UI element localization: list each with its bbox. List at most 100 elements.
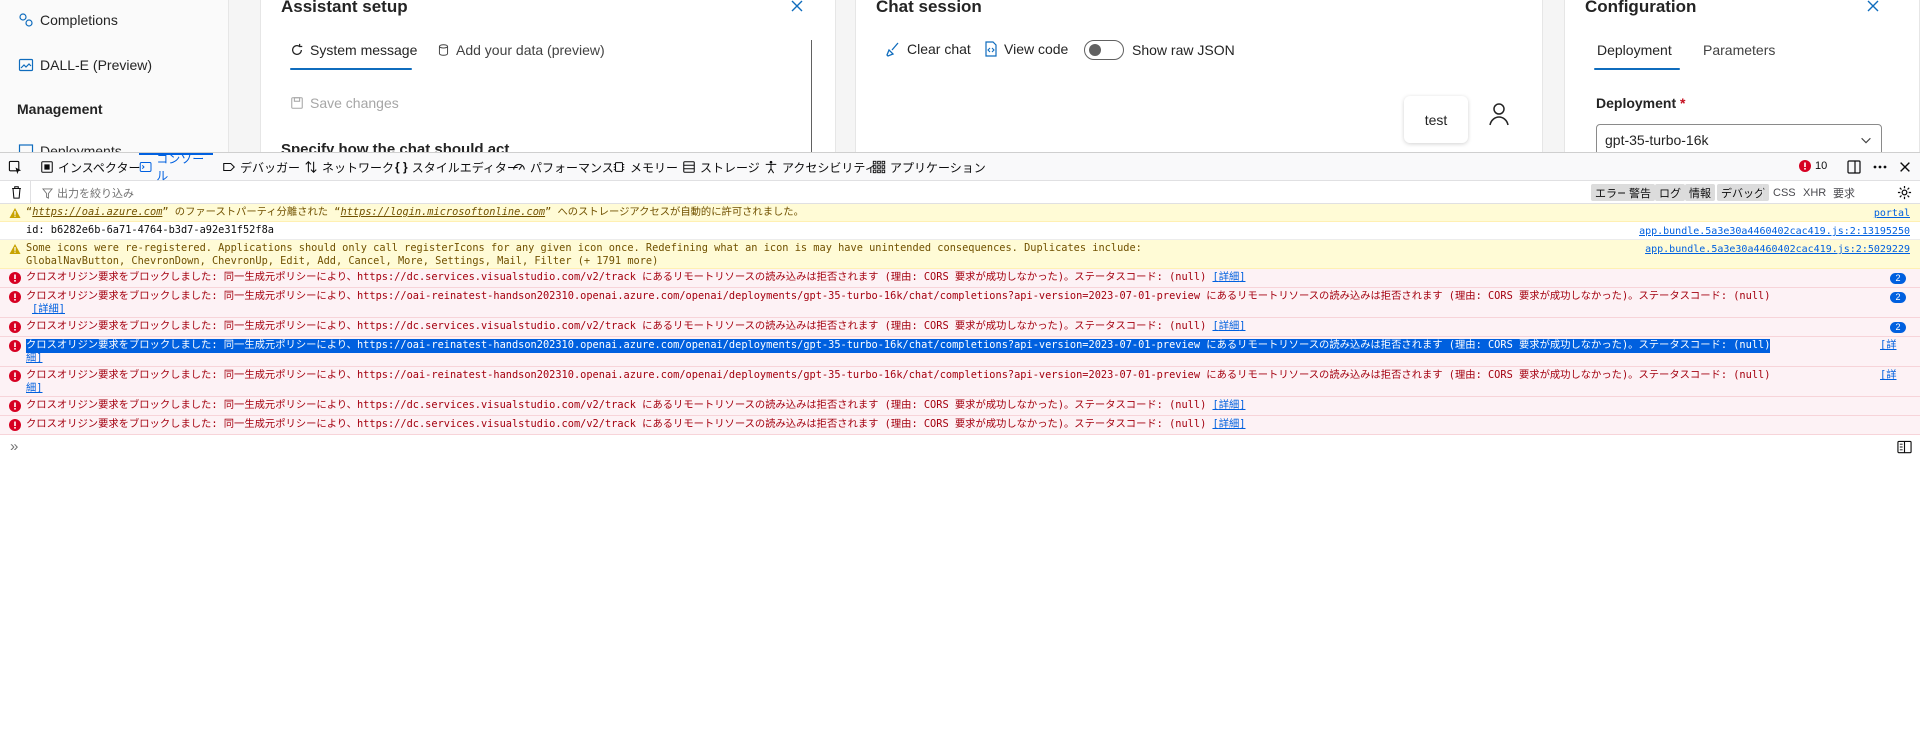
console-settings-gear-icon[interactable]	[1897, 185, 1912, 200]
user-message-bubble: test	[1404, 96, 1468, 143]
panel-title: Configuration	[1585, 0, 1697, 16]
learn-more-link[interactable]: [詳細]	[1212, 320, 1245, 332]
tab-debugger[interactable]: デバッガー	[222, 153, 300, 181]
message-url[interactable]: https://oai.azure.com	[32, 206, 162, 218]
learn-more-link[interactable]: [詳細]	[1212, 418, 1245, 430]
source-link[interactable]: app.bundle.5a3e30a4460402cac419.js:2:131…	[1639, 225, 1910, 239]
console-error-row[interactable]: クロスオリジン要求をブロックしました: 同一生成元ポリシーにより、https:/…	[0, 318, 1920, 337]
accessibility-icon	[765, 160, 777, 174]
network-icon	[305, 161, 317, 173]
trash-icon[interactable]	[10, 185, 23, 199]
error-icon	[9, 291, 21, 303]
more-options-icon[interactable]	[1872, 159, 1888, 175]
sidebar: Completions DALL-E (Preview) Management …	[0, 0, 229, 152]
button-label: Clear chat	[907, 41, 971, 57]
learn-more-link[interactable]: 細]	[26, 382, 43, 396]
toggle-switch[interactable]	[1084, 40, 1124, 60]
learn-more-link[interactable]: [詳細]	[32, 303, 65, 317]
tab-add-your-data[interactable]: Add your data (preview)	[437, 42, 605, 58]
source-link[interactable]: portal	[1874, 207, 1910, 221]
storage-icon	[683, 161, 695, 173]
view-code-button[interactable]: View code	[984, 41, 1068, 57]
assistant-setup-panel: Assistant setup System message Add your …	[260, 0, 836, 152]
console-input-row[interactable]: »	[0, 436, 1920, 458]
message-text: クロスオリジン要求をブロックしました: 同一生成元ポリシーにより、https:/…	[26, 271, 1207, 283]
bracket: ]	[1239, 271, 1246, 283]
tab-storage[interactable]: ストレージ	[682, 153, 760, 181]
tab-label: メモリー	[630, 160, 679, 175]
console-warning-row[interactable]: “https://oai.azure.com” のファーストパーティ分離された …	[0, 204, 1920, 222]
sidebar-item-completions[interactable]: Completions	[18, 12, 118, 28]
console-icon	[139, 161, 152, 173]
button-label: View code	[1004, 41, 1069, 57]
message-url[interactable]: https://login.microsoftonline.com	[341, 206, 546, 218]
tab-parameters[interactable]: Parameters	[1703, 42, 1775, 58]
button-label: Save changes	[310, 95, 399, 111]
filter-info[interactable]: 情報	[1685, 184, 1715, 201]
console-error-row[interactable]: クロスオリジン要求をブロックしました: 同一生成元ポリシーにより、https:/…	[0, 397, 1920, 416]
save-changes-button[interactable]: Save changes	[290, 95, 399, 111]
console-log-row[interactable]: id: b6282e6b-6a71-4764-b3d7-a92e31f52f8a…	[0, 222, 1920, 240]
tab-system-message[interactable]: System message	[290, 42, 417, 58]
learn-more-link[interactable]: [詳細]	[1212, 399, 1245, 411]
tab-label: Deployment	[1597, 42, 1672, 58]
dock-side-icon[interactable]	[1846, 159, 1862, 175]
selected-value: gpt-35-turbo-16k	[1605, 132, 1709, 148]
tab-active-indicator	[1594, 68, 1680, 70]
repeat-count-badge: 2	[1890, 292, 1906, 303]
show-raw-json-toggle[interactable]: Show raw JSON	[1084, 40, 1235, 60]
tab-active-indicator	[290, 68, 412, 70]
console-error-row[interactable]: クロスオリジン要求をブロックしました: 同一生成元ポリシーにより、https:/…	[0, 367, 1920, 397]
tab-inspector[interactable]: インスペクター	[40, 153, 140, 181]
console-warning-row[interactable]: Some icons were re-registered. Applicati…	[0, 240, 1920, 269]
tab-console[interactable]: コンソール	[139, 152, 213, 183]
link-text: 詳細	[38, 303, 59, 315]
tab-performance[interactable]: パフォーマンス	[512, 153, 614, 181]
divider	[30, 181, 31, 204]
filter-warnings[interactable]: 警告	[1625, 184, 1655, 201]
tab-label: ストレージ	[700, 160, 760, 175]
close-icon[interactable]	[1865, 0, 1881, 14]
tab-application[interactable]: アプリケーション	[872, 153, 986, 181]
tab-network[interactable]: ネットワーク	[304, 153, 394, 181]
link-text: 詳細	[1218, 418, 1240, 430]
filter-xhr[interactable]: XHR	[1799, 184, 1830, 201]
clear-chat-button[interactable]: Clear chat	[885, 41, 971, 57]
learn-more-link[interactable]: [詳	[1880, 339, 1897, 353]
message-text: ” へのストレージアクセスが自動的に許可されました。	[545, 206, 804, 218]
scrollbar[interactable]	[811, 40, 812, 152]
console-error-row[interactable]: クロスオリジン要求をブロックしました: 同一生成元ポリシーにより、https:/…	[0, 269, 1920, 288]
console-error-row[interactable]: クロスオリジン要求をブロックしました: 同一生成元ポリシーにより、https:/…	[0, 288, 1920, 318]
error-icon	[9, 340, 21, 352]
element-picker-icon[interactable]	[8, 160, 23, 175]
sidebar-item-dalle[interactable]: DALL-E (Preview)	[18, 57, 152, 73]
filter-requests[interactable]: 要求	[1829, 184, 1859, 201]
filter-css[interactable]: CSS	[1769, 184, 1800, 201]
broom-icon	[886, 42, 899, 57]
tab-deployment[interactable]: Deployment	[1597, 42, 1672, 58]
tab-style-editor[interactable]: { } スタイルエディター	[395, 153, 519, 181]
refresh-icon	[292, 43, 303, 55]
filter-input[interactable]: 出力を絞り込み	[42, 185, 134, 201]
error-count-indicator[interactable]: 10	[1799, 160, 1827, 172]
label-text: Deployment	[1596, 95, 1677, 111]
learn-more-link[interactable]: 細]	[26, 352, 43, 366]
learn-more-link[interactable]: [詳	[1880, 369, 1897, 383]
close-icon[interactable]	[789, 0, 805, 14]
configuration-panel: Configuration Deployment Parameters Depl…	[1564, 0, 1920, 152]
deployment-select[interactable]: gpt-35-turbo-16k	[1596, 124, 1882, 152]
learn-more-link[interactable]: [詳細]	[1212, 271, 1245, 283]
tab-accessibility[interactable]: アクセシビリティ	[764, 153, 877, 181]
sidebar-item-label: Deployments	[40, 143, 122, 152]
close-devtools-icon[interactable]	[1898, 160, 1912, 174]
sidebar-item-deployments[interactable]: Deployments	[18, 143, 122, 152]
editor-mode-icon[interactable]	[1897, 440, 1912, 454]
source-link[interactable]: app.bundle.5a3e30a4460402cac419.js:2:502…	[1645, 243, 1910, 257]
console-error-row[interactable]: クロスオリジン要求をブロックしました: 同一生成元ポリシーにより、https:/…	[0, 416, 1920, 435]
console-error-row-selected[interactable]: クロスオリジン要求をブロックしました: 同一生成元ポリシーにより、https:/…	[0, 337, 1920, 367]
debugger-icon	[223, 162, 235, 172]
link-text: 詳細	[1218, 399, 1240, 411]
tab-memory[interactable]: メモリー	[612, 153, 678, 181]
filter-logs[interactable]: ログ	[1655, 184, 1685, 201]
sidebar-item-label: DALL-E (Preview)	[40, 57, 153, 73]
